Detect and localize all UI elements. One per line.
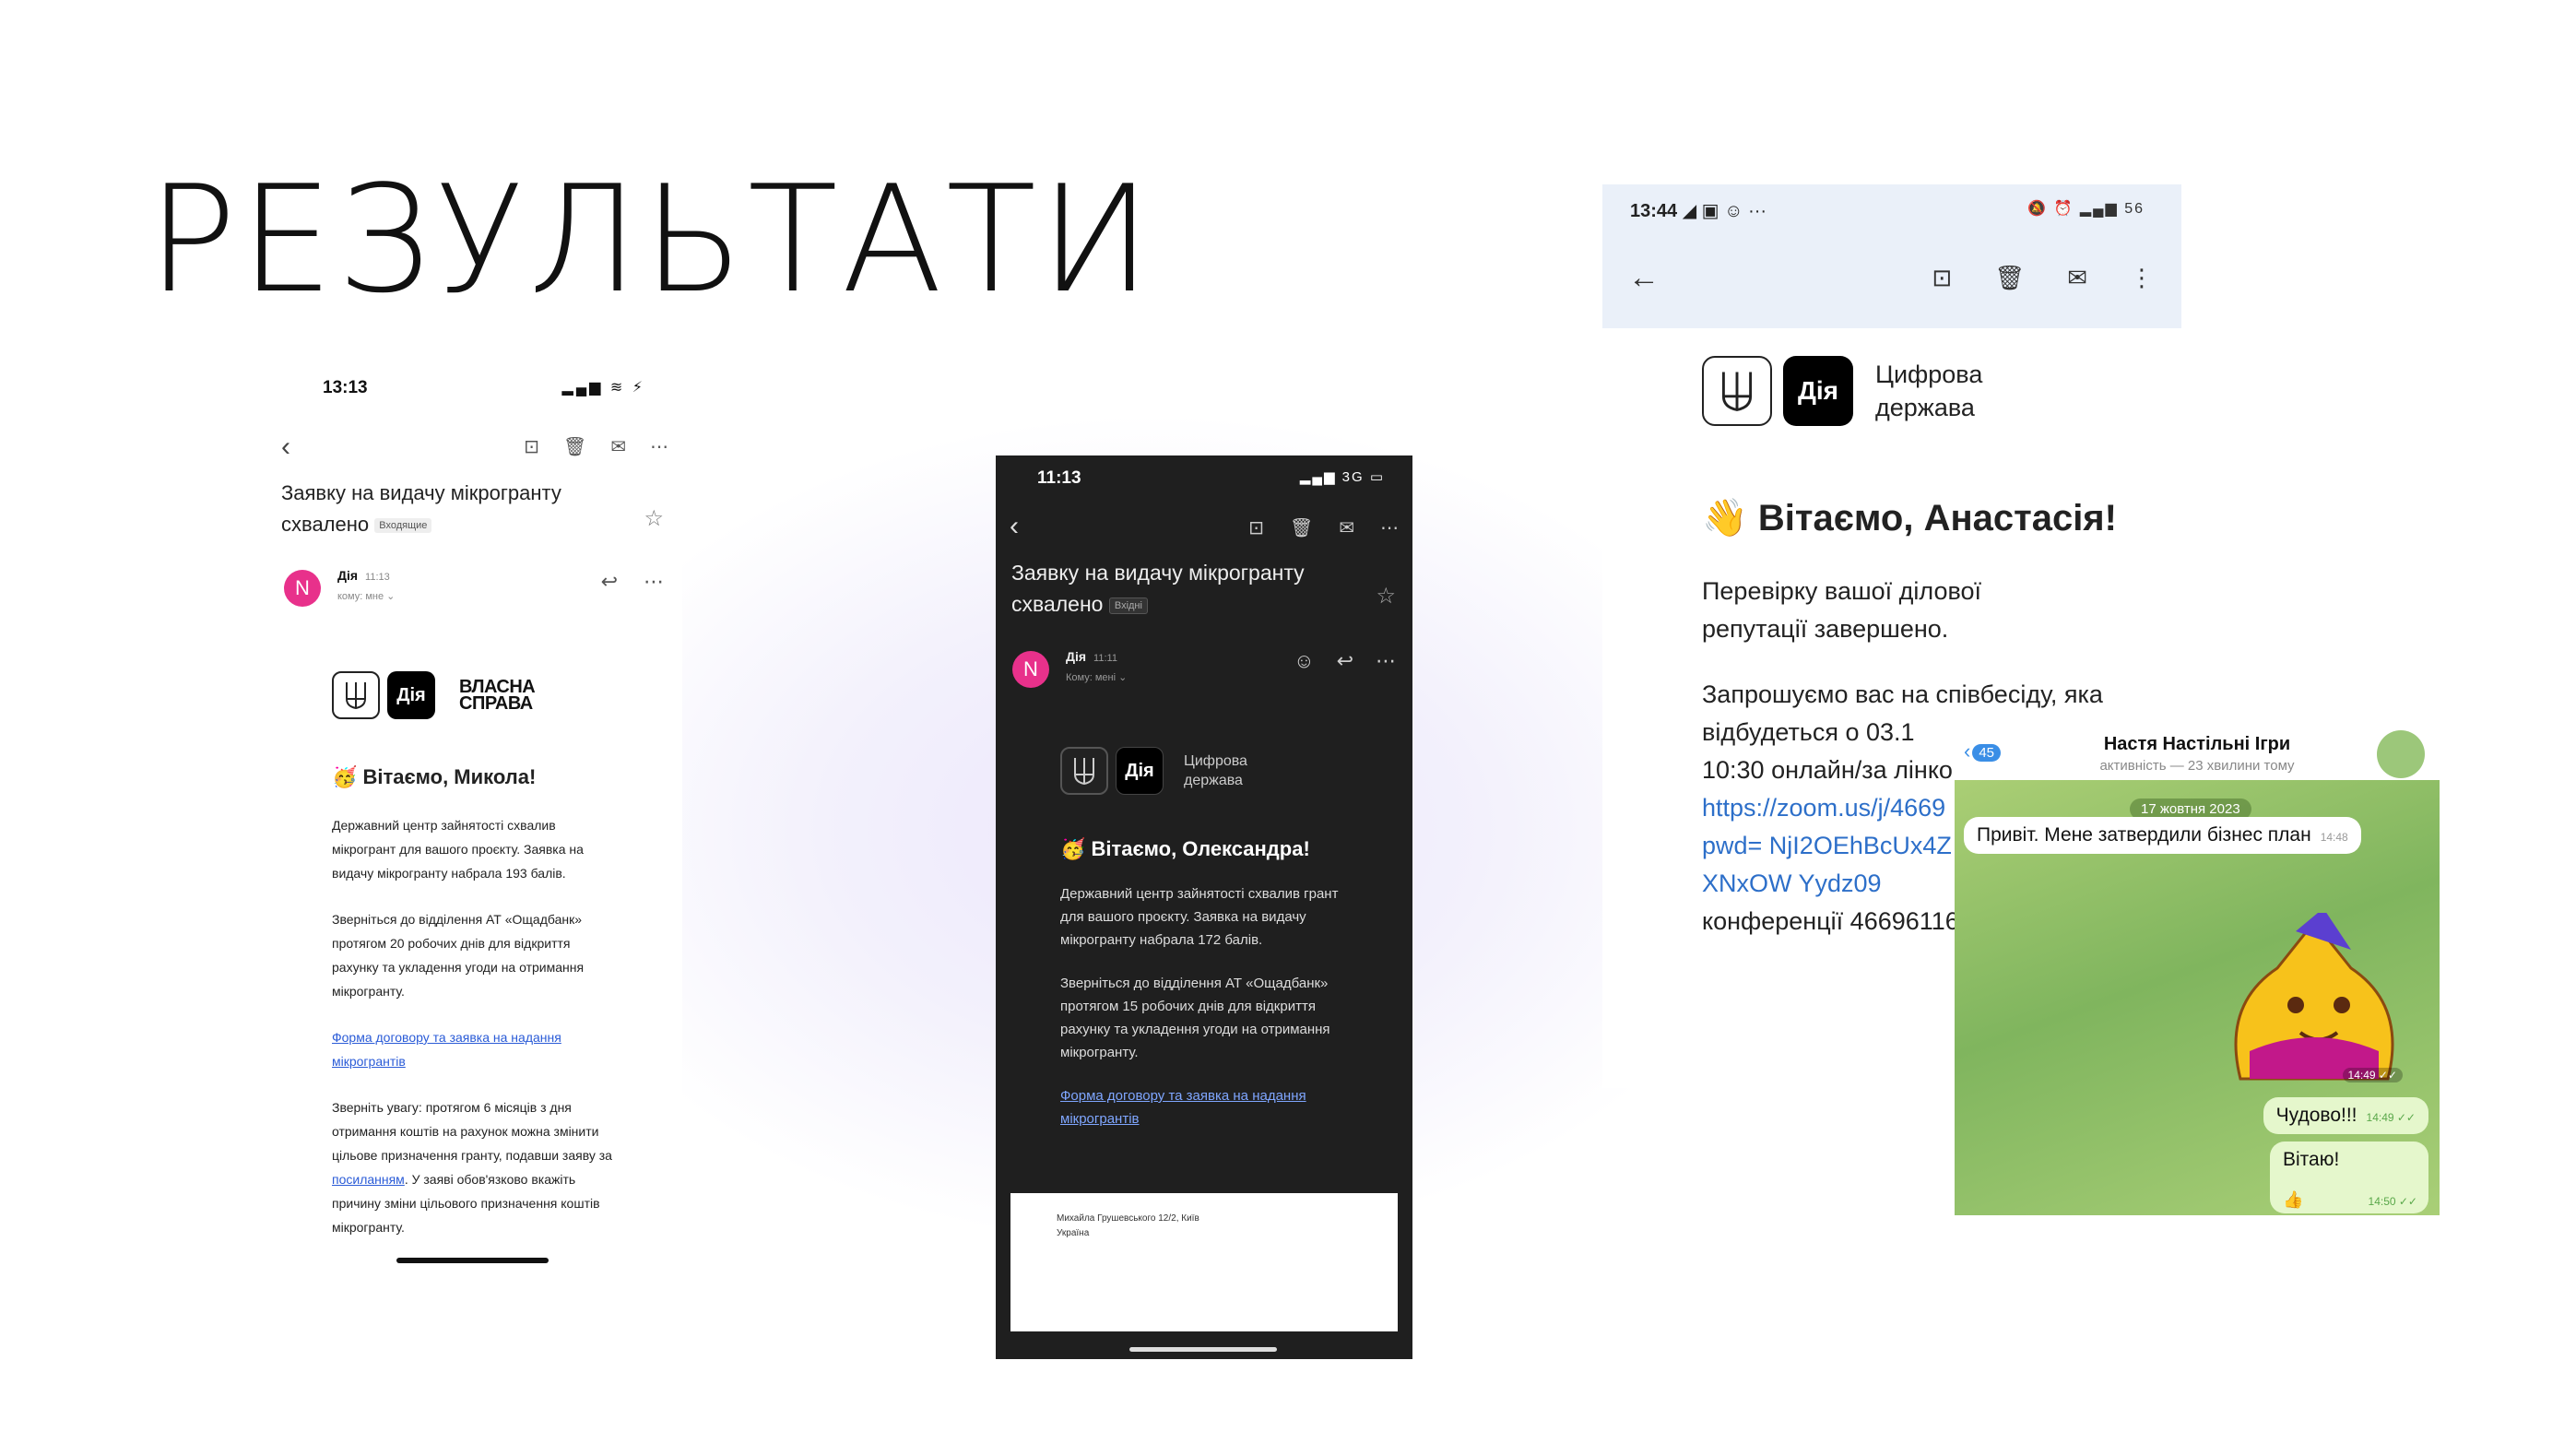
email-footer: Михайла Грушевського 12/2, Київ Україна	[1010, 1193, 1398, 1331]
status-icons: ▂▄▆ 3G ▭	[1299, 469, 1385, 485]
status-icons: ▂▄▆ ≋ ⚡	[561, 380, 645, 396]
contact-name: Настя Настільні Ігри	[2103, 734, 2291, 754]
tsyfrova-derzhava-logo: Цифрова держава	[1184, 753, 1247, 788]
inline-link[interactable]: посиланням	[332, 1172, 405, 1187]
diia-logo: Дія	[387, 671, 435, 719]
status-icons: 🔕 ⏰ ▂▄▆ 56	[2027, 201, 2145, 217]
reply-icon[interactable]: ↩	[601, 570, 618, 594]
contact-activity: активність — 23 хвилини тому	[2099, 758, 2295, 774]
paragraph: Зверніться до відділення АТ «Ощадбанк» п…	[332, 912, 585, 999]
outgoing-message[interactable]: Вітаю! 👍 14:50 ✓✓	[2270, 1142, 2428, 1213]
inbox-label[interactable]: Входящие	[374, 518, 432, 534]
slide-title: РЕЗУЛЬТАТИ	[148, 153, 1155, 325]
mail-icon[interactable]: ✉	[2067, 264, 2087, 292]
zoom-link[interactable]: https://zoom.us/j/4669 pwd= NjI2OEhBcUx4…	[1702, 789, 1960, 903]
app-bar: 13:44 ◢ ▣ ☺ ··· 🔕 ⏰ ▂▄▆ 56 ← ⊡ 🗑 ✉ ⋮	[1602, 184, 2181, 328]
back-arrow-icon[interactable]: ←	[1628, 260, 1660, 296]
tryzub-icon	[1702, 356, 1772, 426]
avatar: N	[284, 570, 321, 607]
contract-form-link[interactable]: Форма договору та заявка на надання мікр…	[332, 1030, 561, 1069]
emoji-icon[interactable]: ☺	[1294, 649, 1314, 673]
diia-logo: Дія	[1116, 747, 1164, 795]
brand-logos: Дія ВЛАСНА СПРАВА	[332, 671, 536, 719]
back-arrow-icon[interactable]: ‹	[1010, 511, 1019, 542]
home-indicator	[1129, 1347, 1277, 1352]
archive-icon[interactable]: ⊡	[1932, 264, 1952, 292]
email-subject: Заявку на видачу мікрогранту схвалено Вх…	[1011, 561, 1305, 616]
vlasna-sprava-logo: ВЛАСНА СПРАВА	[459, 677, 536, 714]
mail-icon[interactable]: ✉	[610, 435, 626, 458]
chat-header: ‹ 45 Настя Настільні Ігри активність — 23…	[1955, 719, 2440, 780]
status-time: 13:44 ◢ ▣ ☺ ···	[1630, 201, 1767, 221]
recipient[interactable]: кому: мне ⌄	[337, 590, 395, 602]
paragraph: Зверніть увагу: протягом 6 місяців з дня…	[332, 1100, 612, 1235]
telegram-chat-screenshot: ‹ 45 Настя Настільні Ігри активність — 23…	[1955, 719, 2440, 1215]
paragraph: Державний центр зайнятості схвалив грант…	[1060, 886, 1339, 948]
outgoing-message[interactable]: Чудово!!! 14:49 ✓✓	[2263, 1097, 2428, 1134]
more-icon[interactable]: ⋯	[1376, 649, 1396, 673]
avatar: N	[1012, 651, 1049, 688]
recipient[interactable]: Кому: мені ⌄	[1066, 671, 1127, 683]
reply-icon[interactable]: ↩	[1337, 649, 1353, 673]
cat-sticker-icon	[2234, 913, 2394, 1081]
brand-logos: Дія Цифрова держава	[1702, 356, 1982, 426]
tryzub-icon	[1060, 747, 1108, 795]
paragraph: Перевірку вашої ділової репутації заверш…	[1702, 577, 1982, 643]
email-toolbar: ‹ ⊡ 🗑 ✉ ⋯	[281, 432, 668, 468]
more-icon[interactable]: ⋯	[1380, 516, 1399, 539]
home-indicator	[396, 1258, 549, 1263]
sender-name: Дія 11:13	[337, 568, 390, 583]
tsyfrova-derzhava-logo: Цифрова держава	[1875, 361, 1983, 421]
brand-logos: Дія Цифрова держава	[1060, 747, 1247, 795]
incoming-message[interactable]: Привіт. Мене затвердили бізнес план 14:48	[1964, 817, 2361, 854]
sender-name: Дія 11:11	[1066, 649, 1117, 664]
avatar[interactable]	[2377, 730, 2425, 778]
greeting: 🥳 Вітаємо, Олександра!	[1060, 837, 1310, 860]
more-icon[interactable]: ⋮	[2130, 264, 2154, 292]
more-icon[interactable]: ⋯	[650, 435, 668, 458]
star-icon[interactable]: ☆	[1376, 583, 1396, 609]
paragraph: Державний центр зайнятості схвалив мікро…	[332, 818, 584, 881]
star-icon[interactable]: ☆	[644, 505, 664, 532]
phone-screenshot-dark: 11:13 ▂▄▆ 3G ▭ ‹ ⊡ 🗑 ✉ ⋯ Заявку на видач…	[996, 455, 1412, 1359]
email-body: 🥳 Вітаємо, Олександра! Державний центр з…	[1060, 837, 1355, 1151]
email-toolbar: ‹ ⊡ 🗑 ✉ ⋯	[1010, 511, 1399, 548]
sticker-time: 14:49 ✓✓	[2342, 1068, 2403, 1082]
trash-icon[interactable]: 🗑	[1290, 516, 1313, 539]
greeting: 👋 Вітаємо, Анастасія!	[1702, 498, 2117, 538]
contract-form-link[interactable]: Форма договору та заявка на надання мікр…	[1060, 1088, 1306, 1127]
paragraph: Зверніться до відділення АТ «Ощадбанк» п…	[1060, 976, 1330, 1060]
greeting: 🥳 Вітаємо, Микола!	[332, 765, 537, 788]
back-arrow-icon[interactable]: ‹	[281, 432, 290, 463]
trash-icon[interactable]: 🗑	[563, 435, 586, 458]
inbox-label[interactable]: Вхідні	[1108, 597, 1148, 614]
mail-icon[interactable]: ✉	[1339, 516, 1354, 539]
archive-icon[interactable]: ⊡	[524, 435, 539, 458]
reaction-thumbs-up-icon[interactable]: 👍	[2283, 1190, 2303, 1210]
diia-logo: Дія	[1783, 356, 1853, 426]
phone-screenshot-light: 13:13 ▂▄▆ ≋ ⚡ ‹ ⊡ 🗑 ✉ ⋯ Заявку на видачу…	[267, 360, 682, 1272]
email-subject: Заявку на видачу мікрогранту схвалено Вх…	[281, 481, 561, 536]
trash-icon[interactable]: 🗑	[1994, 264, 2025, 292]
tryzub-icon	[332, 671, 380, 719]
more-icon[interactable]: ⋯	[644, 570, 664, 594]
email-body: 🥳 Вітаємо, Микола! Державний центр зайня…	[332, 765, 618, 1261]
archive-icon[interactable]: ⊡	[1248, 516, 1264, 539]
status-time: 13:13	[323, 378, 368, 397]
status-time: 11:13	[1037, 468, 1081, 488]
